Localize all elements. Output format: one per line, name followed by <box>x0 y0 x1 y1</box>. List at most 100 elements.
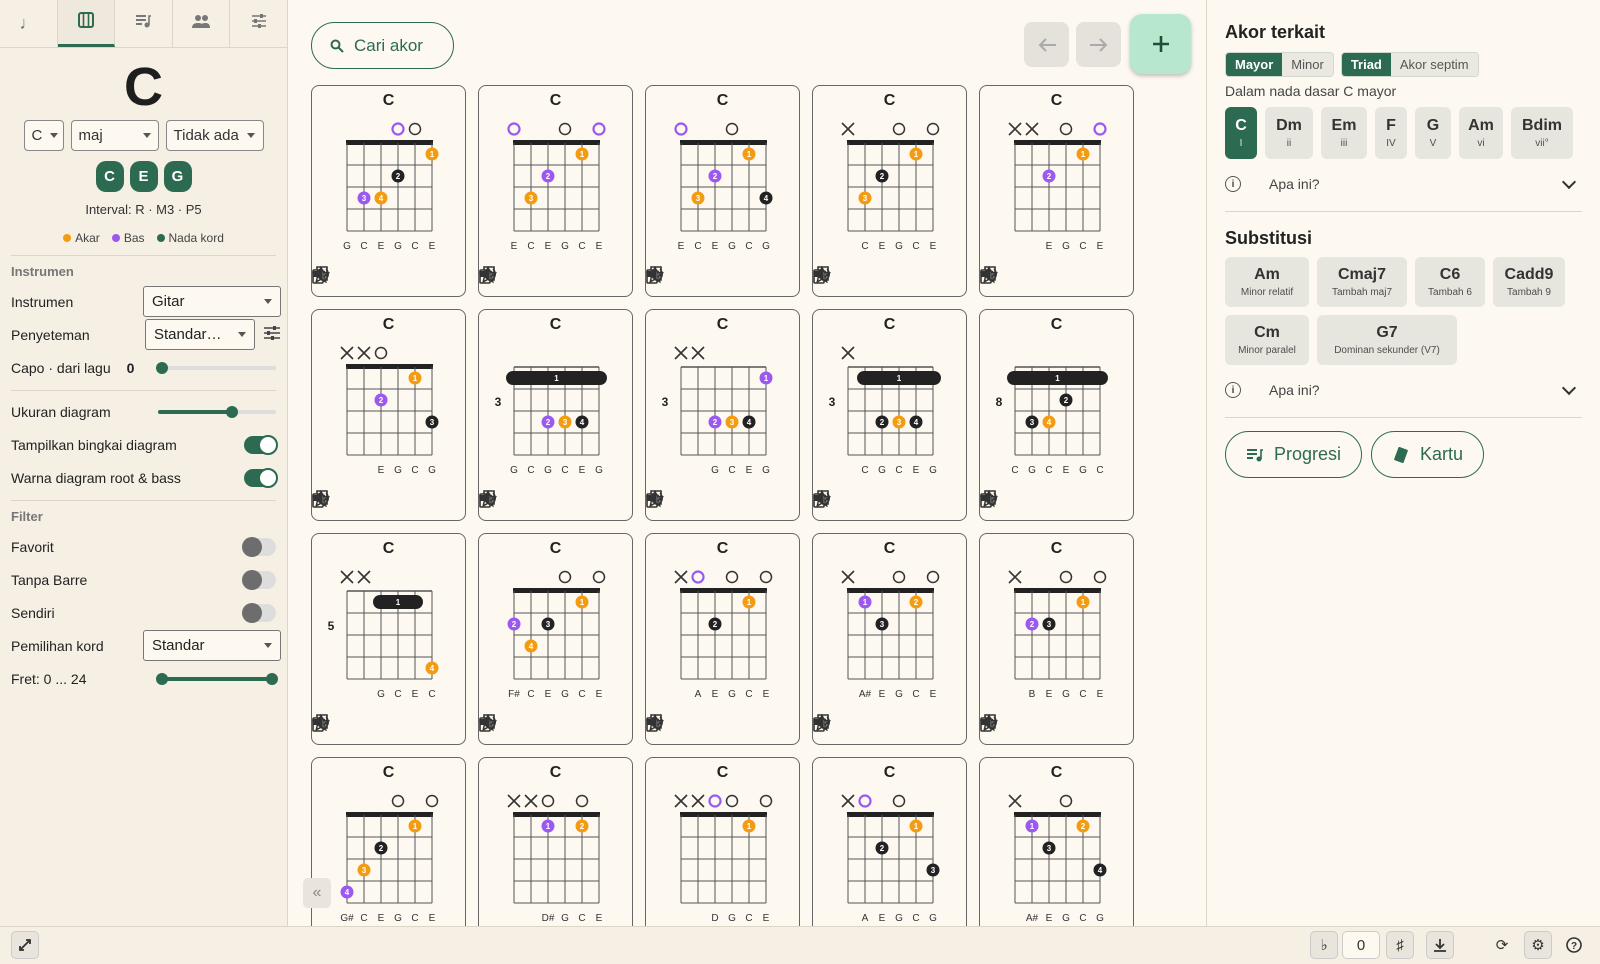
seg-triad[interactable]: Triad <box>1341 53 1391 76</box>
sendiri-toggle[interactable] <box>242 602 276 623</box>
copy-button[interactable] <box>312 490 435 514</box>
search-button[interactable]: Cari akor <box>311 22 454 69</box>
copy-button[interactable] <box>646 266 769 290</box>
apa-ini-toggle[interactable]: i Apa ini? <box>1225 167 1582 201</box>
tune-settings-icon[interactable] <box>263 325 281 344</box>
forward-button[interactable] <box>1076 22 1121 67</box>
chord-card[interactable]: C31234CGCEG <box>812 309 967 521</box>
note-badge[interactable]: G <box>163 161 192 192</box>
copy-button[interactable] <box>813 490 936 514</box>
copy-button[interactable] <box>980 490 1103 514</box>
tab-people[interactable] <box>173 0 231 47</box>
chord-card[interactable]: C1 DGCE <box>645 757 800 926</box>
favorite-button[interactable] <box>646 490 735 514</box>
tanpa-barre-toggle[interactable] <box>242 569 276 590</box>
play-button[interactable] <box>313 266 367 290</box>
chord-card[interactable]: C12AEGCE <box>645 533 800 745</box>
tab-note[interactable]: ♩ <box>0 0 58 47</box>
copy-button[interactable] <box>980 266 1103 290</box>
favorite-button[interactable] <box>479 490 568 514</box>
chord-card[interactable]: C 1 2 3 4 G# C E G C E <box>311 757 466 926</box>
play-button[interactable] <box>814 490 868 514</box>
chord-card[interactable]: C514GCEC <box>311 533 466 745</box>
play-button[interactable] <box>814 714 868 738</box>
chord-pick-select[interactable]: Standar <box>143 630 281 661</box>
note-badge[interactable]: E <box>129 161 158 192</box>
copy-button[interactable] <box>980 714 1103 738</box>
chord-card[interactable]: C123AEGCG <box>812 757 967 926</box>
chord-card[interactable]: C123BEGCE <box>979 533 1134 745</box>
favorite-button[interactable] <box>646 714 735 738</box>
related-chord-chip[interactable]: Bdim vii° <box>1511 107 1573 159</box>
related-chord-chip[interactable]: GV <box>1415 107 1451 159</box>
related-chord-chip[interactable]: Em iii <box>1321 107 1367 159</box>
chord-card[interactable]: C31234GCGCEG <box>478 309 633 521</box>
play-button[interactable] <box>313 714 367 738</box>
progresi-button[interactable]: Progresi <box>1225 431 1363 478</box>
favorite-button[interactable] <box>813 490 902 514</box>
favorite-button[interactable] <box>813 266 902 290</box>
chord-card[interactable]: C12EGCE <box>979 85 1134 297</box>
tuning-select[interactable]: Standar… <box>145 319 255 350</box>
copy-button[interactable] <box>479 490 602 514</box>
chord-card[interactable]: C31234GCEG <box>645 309 800 521</box>
play-button[interactable] <box>480 490 534 514</box>
back-button[interactable] <box>1024 22 1069 67</box>
tab-settings[interactable] <box>230 0 287 47</box>
play-button[interactable] <box>480 714 534 738</box>
flat-button[interactable]: ♭ <box>1310 931 1338 959</box>
add-button[interactable] <box>1130 14 1191 74</box>
transpose-value[interactable]: 0 <box>1342 931 1380 959</box>
kartu-button[interactable]: Kartu <box>1371 431 1485 478</box>
slider-thumb-max[interactable] <box>266 672 278 685</box>
copy-button[interactable] <box>312 266 435 290</box>
note-badge[interactable]: C <box>95 161 124 192</box>
favorite-button[interactable] <box>479 714 568 738</box>
settings-button[interactable]: ⚙ <box>1524 931 1552 959</box>
substitution-chip[interactable]: Cm Minor paralel <box>1225 315 1309 365</box>
copy-button[interactable] <box>479 714 602 738</box>
favorite-button[interactable] <box>312 714 401 738</box>
chord-card[interactable]: C 1 2 D# G C E <box>478 757 633 926</box>
slider-thumb[interactable] <box>156 361 168 374</box>
fret-range-slider[interactable] <box>156 672 278 685</box>
play-button[interactable] <box>313 490 367 514</box>
substitution-chip[interactable]: Cadd9 Tambah 9 <box>1493 257 1565 307</box>
copy-button[interactable] <box>646 714 769 738</box>
favorite-button[interactable] <box>813 714 902 738</box>
play-button[interactable] <box>480 266 534 290</box>
substitution-chip[interactable]: C6 Tambah 6 <box>1415 257 1485 307</box>
substitution-chip[interactable]: Am Minor relatif <box>1225 257 1309 307</box>
instrument-select[interactable]: Gitar <box>143 286 281 317</box>
slider-thumb[interactable] <box>226 405 239 418</box>
related-chord-chip[interactable]: Am vi <box>1459 107 1503 159</box>
copy-button[interactable] <box>646 490 769 514</box>
seg-mayor[interactable]: Mayor <box>1226 53 1283 76</box>
copy-button[interactable] <box>312 714 435 738</box>
favorite-button[interactable] <box>980 266 1069 290</box>
favorite-button[interactable] <box>980 490 1069 514</box>
play-button[interactable] <box>981 714 1035 738</box>
help-button[interactable]: ? <box>1560 931 1588 959</box>
show-frame-toggle[interactable] <box>244 434 278 455</box>
play-button[interactable] <box>981 266 1035 290</box>
slider-thumb-min[interactable] <box>156 672 168 685</box>
substitution-chip[interactable]: Cmaj7 Tambah maj7 <box>1317 257 1407 307</box>
play-button[interactable] <box>814 266 868 290</box>
collapse-panel-button[interactable]: « <box>303 878 331 908</box>
fullscreen-button[interactable] <box>11 931 39 959</box>
favorite-button[interactable] <box>312 490 401 514</box>
tab-chords[interactable] <box>57 0 116 47</box>
seg-septim[interactable]: Akor septim <box>1390 53 1478 76</box>
root-select[interactable]: C <box>23 120 64 151</box>
quality-select[interactable]: maj <box>70 120 159 151</box>
favorite-button[interactable] <box>646 266 735 290</box>
copy-button[interactable] <box>479 266 602 290</box>
seg-minor[interactable]: Minor <box>1282 53 1333 76</box>
chord-card[interactable]: C123EGCG <box>311 309 466 521</box>
chord-card[interactable]: C 1 2 3 4 F# C E G C E <box>478 533 633 745</box>
play-button[interactable] <box>981 490 1035 514</box>
play-button[interactable] <box>647 490 701 514</box>
bass-select[interactable]: Tidak ada <box>165 120 264 151</box>
capo-slider[interactable] <box>156 361 276 374</box>
